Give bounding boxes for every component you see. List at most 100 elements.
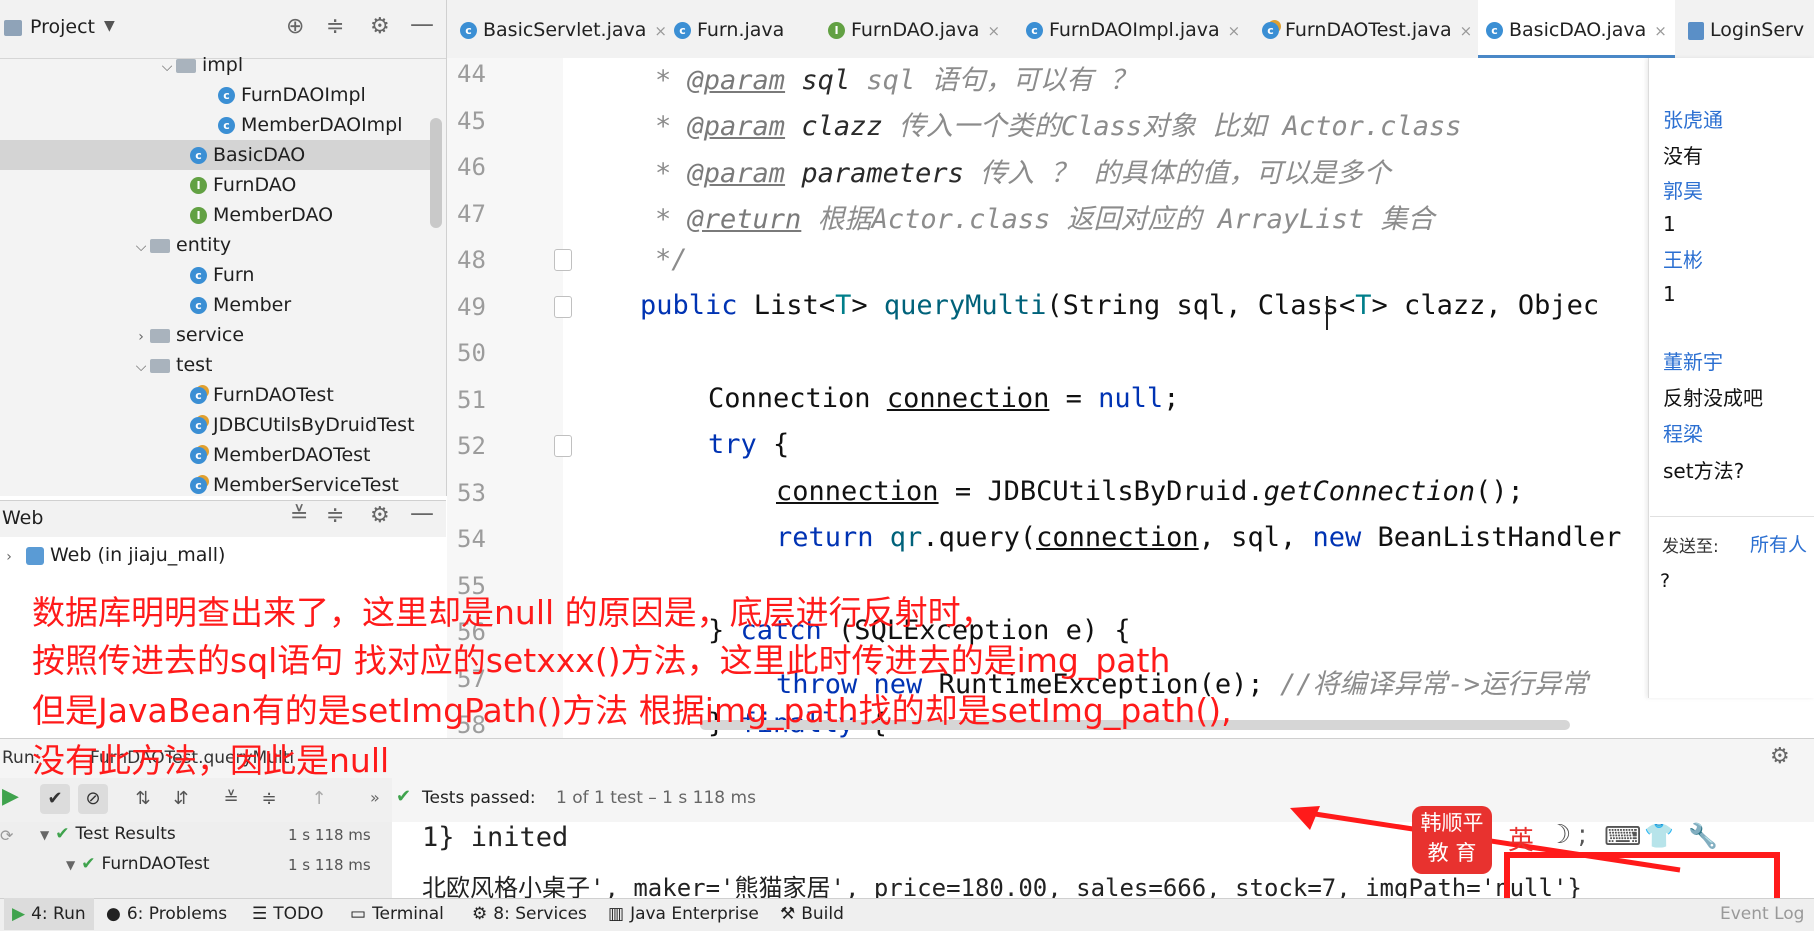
chevron-down-icon[interactable]: ⌵	[132, 352, 150, 382]
tab-label: FurnDAOImpl.java	[1049, 19, 1220, 41]
chat-sender-name: 郭昊	[1663, 179, 1703, 203]
fold-marker[interactable]	[554, 435, 572, 457]
tree-item-label: JDBCUtilsByDruidTest	[213, 414, 415, 436]
close-icon[interactable]: ×	[987, 22, 1000, 40]
tree-item-memberservicetest[interactable]: c MemberServiceTest	[0, 470, 446, 500]
send-to-select[interactable]: 所有人	[1750, 530, 1807, 557]
shirt-icon[interactable]: 👕	[1644, 822, 1674, 850]
tree-item-member[interactable]: c Member	[0, 290, 446, 320]
close-icon[interactable]: ×	[1460, 22, 1473, 40]
locate-icon[interactable]: ⊕	[286, 14, 304, 39]
chat-message: 没有	[1663, 144, 1703, 168]
web-panel-title: Web	[2, 507, 44, 529]
hide-panel-icon[interactable]: —	[410, 499, 434, 527]
interface-icon: I	[828, 22, 845, 39]
problems-tool-button[interactable]: ● 6: Problems	[106, 898, 227, 930]
test-results-label: Test Results	[75, 824, 176, 844]
gear-icon[interactable]: ⚙	[1770, 744, 1790, 769]
tree-item-label: Furn	[213, 264, 255, 286]
expand-all-icon[interactable]: ≚	[216, 784, 246, 814]
event-log-tool-button[interactable]: Event Log	[1720, 898, 1804, 930]
tree-item-jdbcutilsbydruidtest[interactable]: c JDBCUtilsByDruidTest	[0, 410, 446, 440]
show-ignored-icon[interactable]: ⊘	[78, 784, 108, 814]
tree-item-memberdao[interactable]: I MemberDAO	[0, 200, 446, 230]
java-enterprise-tool-label: Java Enterprise	[630, 904, 759, 924]
close-icon[interactable]: ×	[1654, 22, 1667, 40]
wrench-icon[interactable]: 🔧	[1688, 822, 1718, 850]
project-view-title[interactable]: Project	[30, 16, 95, 38]
fold-marker[interactable]	[554, 249, 572, 271]
tree-item-test[interactable]: ⌵ test	[0, 350, 446, 380]
chevron-down-icon[interactable]: ▼	[104, 18, 115, 34]
class-icon: c	[218, 87, 235, 104]
fold-marker[interactable]	[554, 296, 572, 318]
tree-item-service[interactable]: › service	[0, 320, 446, 350]
todo-tool-button[interactable]: ☰ TODO	[252, 898, 324, 930]
build-tool-button[interactable]: ⚒ Build	[780, 898, 844, 930]
chevron-down-icon[interactable]: ⌵	[132, 232, 150, 262]
tree-item-impl[interactable]: ⌵ impl	[0, 50, 446, 80]
tab-furndaotest[interactable]: c FurnDAOTest.java ×	[1262, 0, 1472, 58]
tree-item-memberdaotest[interactable]: c MemberDAOTest	[0, 440, 446, 470]
chat-divider	[1650, 516, 1814, 517]
services-tool-button[interactable]: ⚙ 8: Services	[472, 898, 587, 930]
class-icon: c	[460, 22, 477, 39]
hide-panel-icon[interactable]: —	[410, 10, 434, 38]
chevron-down-icon[interactable]: ⌵	[158, 52, 176, 82]
tab-furndao[interactable]: I FurnDAO.java ×	[828, 0, 1000, 58]
sort-alpha-icon[interactable]: ⇅	[128, 784, 158, 814]
run-tool-button[interactable]: ▶ 4: Run	[4, 898, 94, 930]
tree-item-basicdao[interactable]: c BasicDAO	[0, 140, 430, 170]
project-scrollbar[interactable]	[430, 118, 442, 228]
tree-item-furn[interactable]: c Furn	[0, 260, 446, 290]
chevron-right-icon[interactable]: ›	[132, 322, 150, 352]
web-tree-item-label: Web (in jiaju_mall)	[50, 544, 226, 566]
close-icon[interactable]: ×	[654, 22, 667, 40]
watermark-logo: 韩顺平 教 育	[1412, 806, 1492, 874]
terminal-tool-button[interactable]: ▭ Terminal	[350, 898, 444, 930]
collapse-all-icon[interactable]: ≑	[326, 14, 344, 39]
collapse-all-icon[interactable]: ≑	[254, 784, 284, 814]
annotation-line: 数据库明明查出来了，这里却是null 的原因是，底层进行反射时，	[32, 593, 994, 632]
chevron-right-icon[interactable]: ›	[0, 542, 18, 572]
close-icon[interactable]: ×	[1228, 22, 1241, 40]
more-icon[interactable]: »	[370, 788, 380, 807]
tab-basicdao[interactable]: c BasicDAO.java ×	[1478, 0, 1675, 58]
rerun-icon[interactable]: ▶	[2, 784, 19, 809]
tests-count: 1 of 1 test – 1 s 118 ms	[556, 788, 756, 808]
keyboard-icon[interactable]: ⌨	[1604, 822, 1642, 852]
chevron-down-icon[interactable]: ▼	[66, 858, 75, 872]
tab-basicservlet[interactable]: c BasicServlet.java ×	[460, 0, 667, 58]
tab-furndaoimpl[interactable]: c FurnDAOImpl.java ×	[1026, 0, 1240, 58]
test-results-row[interactable]: ▼ ✔ Test Results	[40, 824, 176, 844]
test-class-row[interactable]: ▼ ✔ FurnDAOTest	[66, 854, 210, 874]
tab-loginservlet[interactable]: LoginServ	[1688, 0, 1804, 58]
line-number: 45	[457, 107, 486, 135]
punctuation-icon[interactable]: ;	[1578, 820, 1587, 850]
chat-sender-name: 王彬	[1663, 248, 1703, 272]
chevron-down-icon[interactable]: ▼	[40, 828, 49, 842]
gear-icon[interactable]: ⚙	[370, 14, 390, 39]
expand-all-icon[interactable]: ≚	[290, 503, 308, 528]
sort-duration-icon[interactable]: ⇵	[166, 784, 196, 814]
web-tree-item[interactable]: › Web (in jiaju_mall)	[0, 540, 446, 570]
tree-item-entity[interactable]: ⌵ entity	[0, 230, 446, 260]
tree-item-furndao[interactable]: I FurnDAO	[0, 170, 446, 200]
tab-furn[interactable]: c Furn.java	[674, 0, 792, 58]
tree-item-memberdaoimpl[interactable]: c MemberDAOImpl	[0, 110, 446, 140]
watermark-line: 教 育	[1427, 841, 1477, 865]
tree-item-furndaotest[interactable]: c FurnDAOTest	[0, 380, 446, 410]
code-line-51: Connection connection = null;	[708, 383, 1180, 414]
gear-icon[interactable]: ⚙	[370, 503, 390, 528]
moon-icon[interactable]: ☽	[1548, 820, 1571, 850]
collapse-all-icon[interactable]: ≑	[326, 503, 344, 528]
ime-language-icon[interactable]: 英	[1508, 820, 1534, 857]
test-results-time: 1 s 118 ms	[288, 826, 371, 844]
tree-item-furndaoimpl[interactable]: c FurnDAOImpl	[0, 80, 446, 110]
watermark-line: 韩顺平	[1420, 811, 1484, 835]
previous-failed-icon[interactable]: ↑	[304, 784, 334, 814]
show-passed-icon[interactable]: ✔	[40, 784, 70, 814]
java-enterprise-tool-button[interactable]: ▥ Java Enterprise	[608, 898, 759, 930]
chat-input[interactable]: ?	[1660, 570, 1810, 690]
code-line-44: * @param sql sql 语句，可以有 ？	[655, 65, 1137, 96]
